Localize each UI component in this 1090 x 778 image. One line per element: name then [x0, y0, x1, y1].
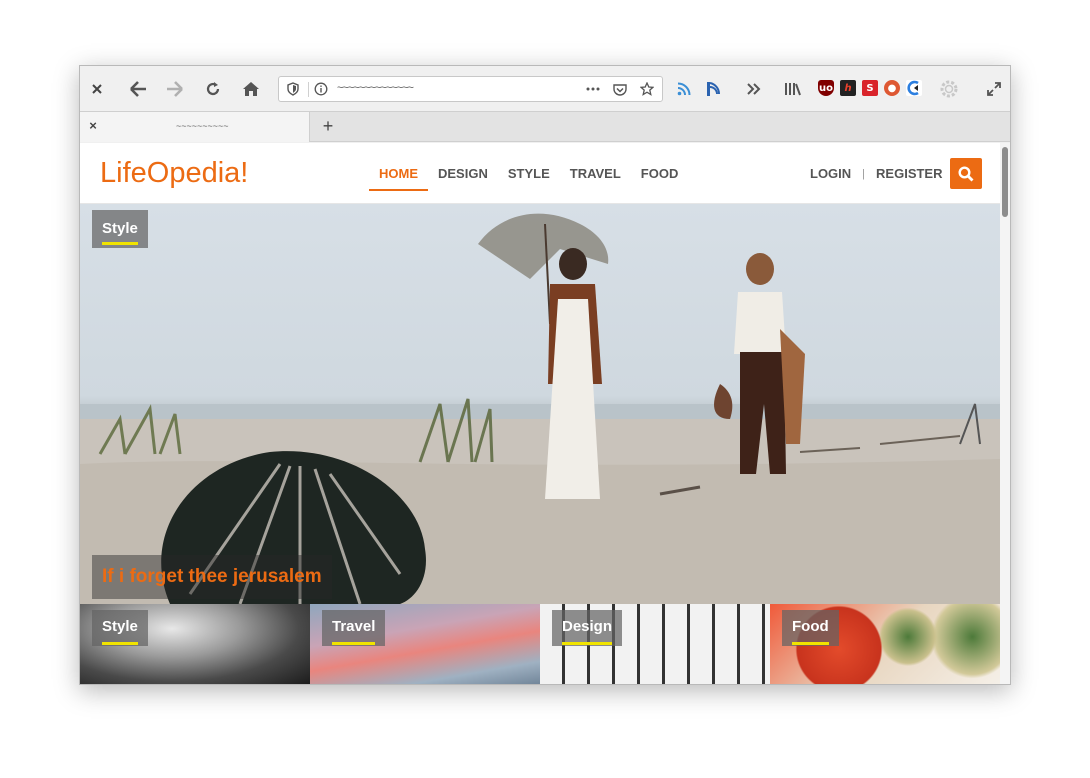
honey-icon[interactable]: h — [840, 80, 856, 96]
browser-toolbar: ~~~~~~~~~~~~~~ uo h S ● — [80, 66, 1010, 112]
search-button[interactable] — [950, 158, 982, 189]
site-header: LifeOpedia! HOME DESIGN STYLE TRAVEL FOO… — [80, 143, 1000, 204]
nav-item-travel[interactable]: TRAVEL — [560, 143, 631, 204]
card-food[interactable]: Food — [770, 604, 1000, 684]
tab-strip: × ~~~~~~~~~~ + — [80, 112, 1010, 142]
card-style-label: Style — [102, 610, 138, 645]
category-cards: Style Travel Design Food — [80, 604, 1000, 684]
auth-separator: | — [862, 167, 866, 180]
hero-title[interactable]: If i forget thee jerusalem — [92, 555, 332, 599]
card-style[interactable]: Style — [80, 604, 310, 684]
auth-links: LOGIN | REGISTER — [810, 166, 943, 181]
hero-image — [80, 213, 1000, 604]
card-food-badge[interactable]: Food — [782, 610, 839, 646]
browser-window: ~~~~~~~~~~~~~~ uo h S ● × ~~~~~~~~~~ + L… — [79, 65, 1011, 685]
more-icon[interactable] — [585, 81, 601, 97]
pocket-icon[interactable] — [612, 81, 628, 97]
tab-active[interactable]: × ~~~~~~~~~~ — [80, 112, 310, 142]
card-design[interactable]: Design — [540, 604, 770, 684]
main-nav: HOME DESIGN STYLE TRAVEL FOOD — [369, 143, 688, 204]
fullscreen-icon[interactable] — [982, 77, 1006, 101]
s-extension-icon[interactable]: S — [862, 80, 878, 96]
card-travel[interactable]: Travel — [310, 604, 540, 684]
star-icon[interactable] — [639, 81, 655, 97]
feed-icon[interactable] — [701, 77, 725, 101]
back-icon[interactable] — [126, 77, 150, 101]
overflow-icon[interactable] — [742, 77, 766, 101]
card-travel-label: Travel — [332, 610, 376, 645]
tab-close-icon[interactable]: × — [86, 119, 100, 133]
nav-item-design[interactable]: DESIGN — [428, 143, 498, 204]
shield-icon[interactable] — [285, 81, 301, 97]
card-food-label: Food — [792, 610, 829, 645]
login-link[interactable]: LOGIN — [810, 166, 851, 181]
search-icon — [958, 165, 974, 181]
nav-item-food[interactable]: FOOD — [631, 143, 689, 204]
ublock-icon[interactable]: uo — [818, 80, 834, 96]
library-icon[interactable] — [781, 77, 805, 101]
new-tab-button[interactable]: + — [318, 116, 338, 136]
address-bar[interactable]: ~~~~~~~~~~~~~~ — [278, 76, 663, 102]
hero-post[interactable]: Style If i forget thee jerusalem — [80, 204, 1000, 604]
nav-item-style[interactable]: STYLE — [498, 143, 560, 204]
clearurls-icon[interactable] — [906, 80, 922, 96]
hero-category-badge[interactable]: Style — [92, 210, 148, 248]
site-logo[interactable]: LifeOpedia! — [100, 157, 248, 190]
rss-icon[interactable] — [672, 77, 696, 101]
close-icon[interactable] — [85, 77, 109, 101]
register-link[interactable]: REGISTER — [876, 166, 942, 181]
web-page: LifeOpedia! HOME DESIGN STYLE TRAVEL FOO… — [80, 143, 1000, 684]
card-design-label: Design — [562, 610, 613, 645]
nav-item-home[interactable]: HOME — [369, 143, 428, 204]
reload-icon[interactable] — [201, 77, 225, 101]
card-travel-badge[interactable]: Travel — [322, 610, 386, 646]
url-separator — [308, 82, 309, 97]
tab-title: ~~~~~~~~~~ — [176, 121, 229, 131]
info-icon[interactable] — [313, 81, 329, 97]
url-text[interactable]: ~~~~~~~~~~~~~~ — [337, 82, 414, 94]
card-style-badge[interactable]: Style — [92, 610, 148, 646]
duckduckgo-icon[interactable]: ● — [884, 80, 900, 96]
hero-category-label: Style — [102, 210, 138, 245]
gear-icon[interactable] — [937, 77, 961, 101]
scrollbar-thumb[interactable] — [1002, 147, 1008, 217]
card-design-badge[interactable]: Design — [552, 610, 623, 646]
forward-icon[interactable] — [163, 77, 187, 101]
home-icon[interactable] — [239, 77, 263, 101]
page-scrollbar[interactable] — [1000, 143, 1010, 684]
